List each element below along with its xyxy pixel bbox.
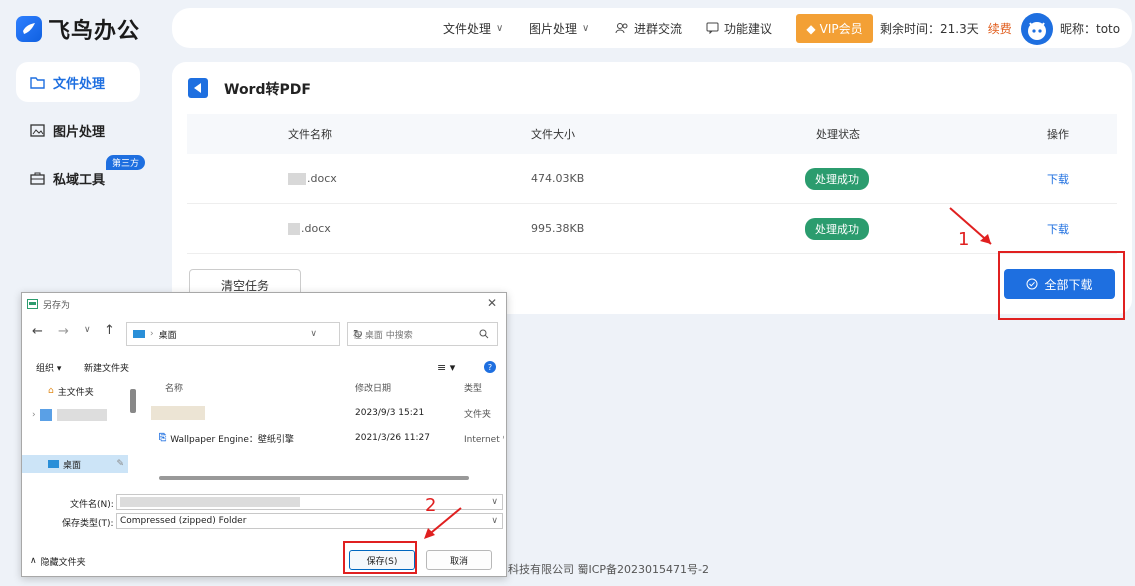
chevron-right-icon: › (32, 410, 36, 420)
file-size: 995.38KB (531, 222, 585, 235)
footer-text: 科技有限公司 蜀ICP备2023015471号-2 (508, 563, 710, 576)
task-panel: Word转PDF 文件名称 文件大小 处理状态 操作 .docx 474.03K… (172, 62, 1132, 314)
list-item[interactable]: 2023/9/3 15:21 文件夹 (141, 404, 505, 424)
group-icon (615, 23, 628, 34)
folder-icon (151, 404, 206, 422)
column-header: 操作 (1047, 128, 1069, 141)
top-navigation-bar: 文件处理 ∨ 图片处理 ∨ 进群交流 功能建议 ◆ VIP会员 剩余时间：21.3天 … (172, 8, 1132, 48)
organize-button[interactable]: 组织 ▾ (36, 361, 61, 374)
search-icon (479, 329, 489, 339)
renew-link[interactable]: 续费 (988, 20, 1012, 37)
status-badge: 处理成功 (805, 167, 869, 190)
nav-file-processing[interactable]: 文件处理 ∨ (443, 8, 503, 48)
shortcut-icon: ⎘ (159, 433, 167, 443)
feedback-icon (706, 22, 719, 34)
back-arrow-icon (194, 83, 201, 93)
file-name: .docx (288, 204, 331, 253)
redacted-name (288, 222, 300, 235)
close-icon[interactable]: ✕ (487, 296, 497, 310)
chevron-down-icon[interactable]: ∨ (310, 329, 317, 339)
table-header: 文件名称 文件大小 处理状态 操作 (187, 114, 1117, 154)
chevron-down-icon: ∨ (582, 22, 590, 34)
search-input[interactable]: 在 桌面 中搜索 (347, 322, 498, 346)
column-header: 文件大小 (531, 128, 575, 141)
forward-icon[interactable]: → (58, 324, 69, 339)
save-dialog-icon (27, 299, 38, 309)
sidebar-item-image-processing[interactable]: 图片处理 (16, 110, 140, 150)
diamond-icon: ◆ (806, 21, 816, 36)
home-icon: ⌂ (48, 386, 54, 396)
status-cell: 处理成功 (805, 154, 869, 203)
address-bar[interactable]: › 桌面 ∨ ↻ (126, 322, 363, 346)
brand-logo[interactable]: 飞鸟办公 (16, 14, 140, 44)
column-header[interactable]: 类型 (464, 379, 482, 395)
nav-image-processing[interactable]: 图片处理 ∨ (529, 8, 589, 48)
annotation-arrow (424, 507, 462, 539)
redacted-name (288, 172, 306, 185)
tree-item-home[interactable]: ⌂ 主文件夹 (22, 382, 128, 400)
download-link[interactable]: 下载 (1047, 204, 1069, 253)
chevron-down-icon[interactable]: ∨ (491, 497, 498, 507)
desktop-icon (48, 460, 59, 468)
column-header[interactable]: 修改日期 (355, 379, 391, 395)
vip-button[interactable]: ◆ VIP会员 (796, 14, 873, 43)
sidebar-item-file-processing[interactable]: 文件处理 (16, 62, 140, 102)
column-header: 处理状态 (816, 128, 860, 141)
file-list: 名称 修改日期 类型 2023/9/3 15:21 文件夹 ⎘ Wallpape… (141, 379, 505, 481)
view-options-icon[interactable]: ≡ ▾ (437, 361, 455, 374)
horizontal-scrollbar[interactable] (159, 476, 469, 480)
filetype-label: 保存类型(T): (62, 518, 114, 529)
help-icon[interactable]: ? (484, 361, 496, 373)
tree-item-redacted[interactable]: › (22, 406, 128, 424)
nickname[interactable]: 昵称：toto (1060, 8, 1120, 48)
image-icon (30, 123, 45, 137)
third-party-badge: 第三方 (106, 155, 146, 170)
column-header[interactable]: 名称 (165, 379, 183, 395)
tree-item-desktop[interactable]: 桌面 ✎ (22, 455, 128, 473)
dialog-title-bar: 另存为 (22, 293, 506, 315)
status-cell: 处理成功 (805, 204, 869, 253)
up-arrow-icon[interactable]: ↑ (104, 323, 115, 338)
list-item[interactable]: ⎘ Wallpaper Engine：壁纸引擎 2021/3/26 11:27 … (141, 429, 505, 449)
chevron-down-icon[interactable]: ∨ (491, 516, 498, 526)
navigation-tree: ⌂ 主文件夹 › 桌面 ✎ (22, 379, 128, 489)
bird-logo-icon (16, 16, 42, 42)
cancel-button[interactable]: 取消 (426, 550, 492, 570)
filename-label: 文件名(N): (70, 499, 114, 510)
chevron-down-icon[interactable]: ∨ (84, 325, 91, 335)
remaining-time: 剩余时间：21.3天 续费 (880, 20, 1012, 37)
download-link[interactable]: 下载 (1047, 154, 1069, 203)
folder-icon (30, 76, 45, 89)
highlight-box-download-all (998, 251, 1125, 320)
user-avatar[interactable] (1021, 13, 1053, 45)
table-row: .docx 474.03KB 处理成功 下载 (187, 154, 1117, 204)
address-row: ← → ∨ ↑ › 桌面 ∨ ↻ 在 桌面 中搜索 (22, 320, 506, 346)
new-folder-button[interactable]: 新建文件夹 (84, 361, 129, 374)
toolbox-icon (30, 172, 45, 185)
highlight-box-save (343, 541, 417, 574)
suggestion-link[interactable]: 功能建议 (706, 8, 772, 48)
join-group-link[interactable]: 进群交流 (615, 8, 682, 48)
back-icon[interactable]: ← (32, 324, 43, 339)
file-name: .docx (288, 154, 337, 203)
brand-name: 飞鸟办公 (48, 19, 141, 44)
chevron-down-icon: ∨ (496, 22, 504, 34)
status-badge: 处理成功 (805, 217, 869, 240)
column-header: 文件名称 (288, 128, 332, 141)
file-size: 474.03KB (531, 172, 585, 185)
dialog-toolbar: 组织 ▾ 新建文件夹 ≡ ▾ ? (22, 357, 506, 377)
page-title: Word转PDF (224, 82, 311, 98)
chevron-up-icon: ∧ (30, 556, 37, 566)
tree-scrollbar[interactable] (130, 389, 136, 413)
hide-folders-toggle[interactable]: ∧ 隐藏文件夹 (30, 552, 86, 570)
desktop-icon (133, 330, 145, 338)
pin-icon: ✎ (116, 459, 124, 469)
back-button[interactable] (188, 78, 208, 98)
annotation-arrow (949, 207, 992, 245)
